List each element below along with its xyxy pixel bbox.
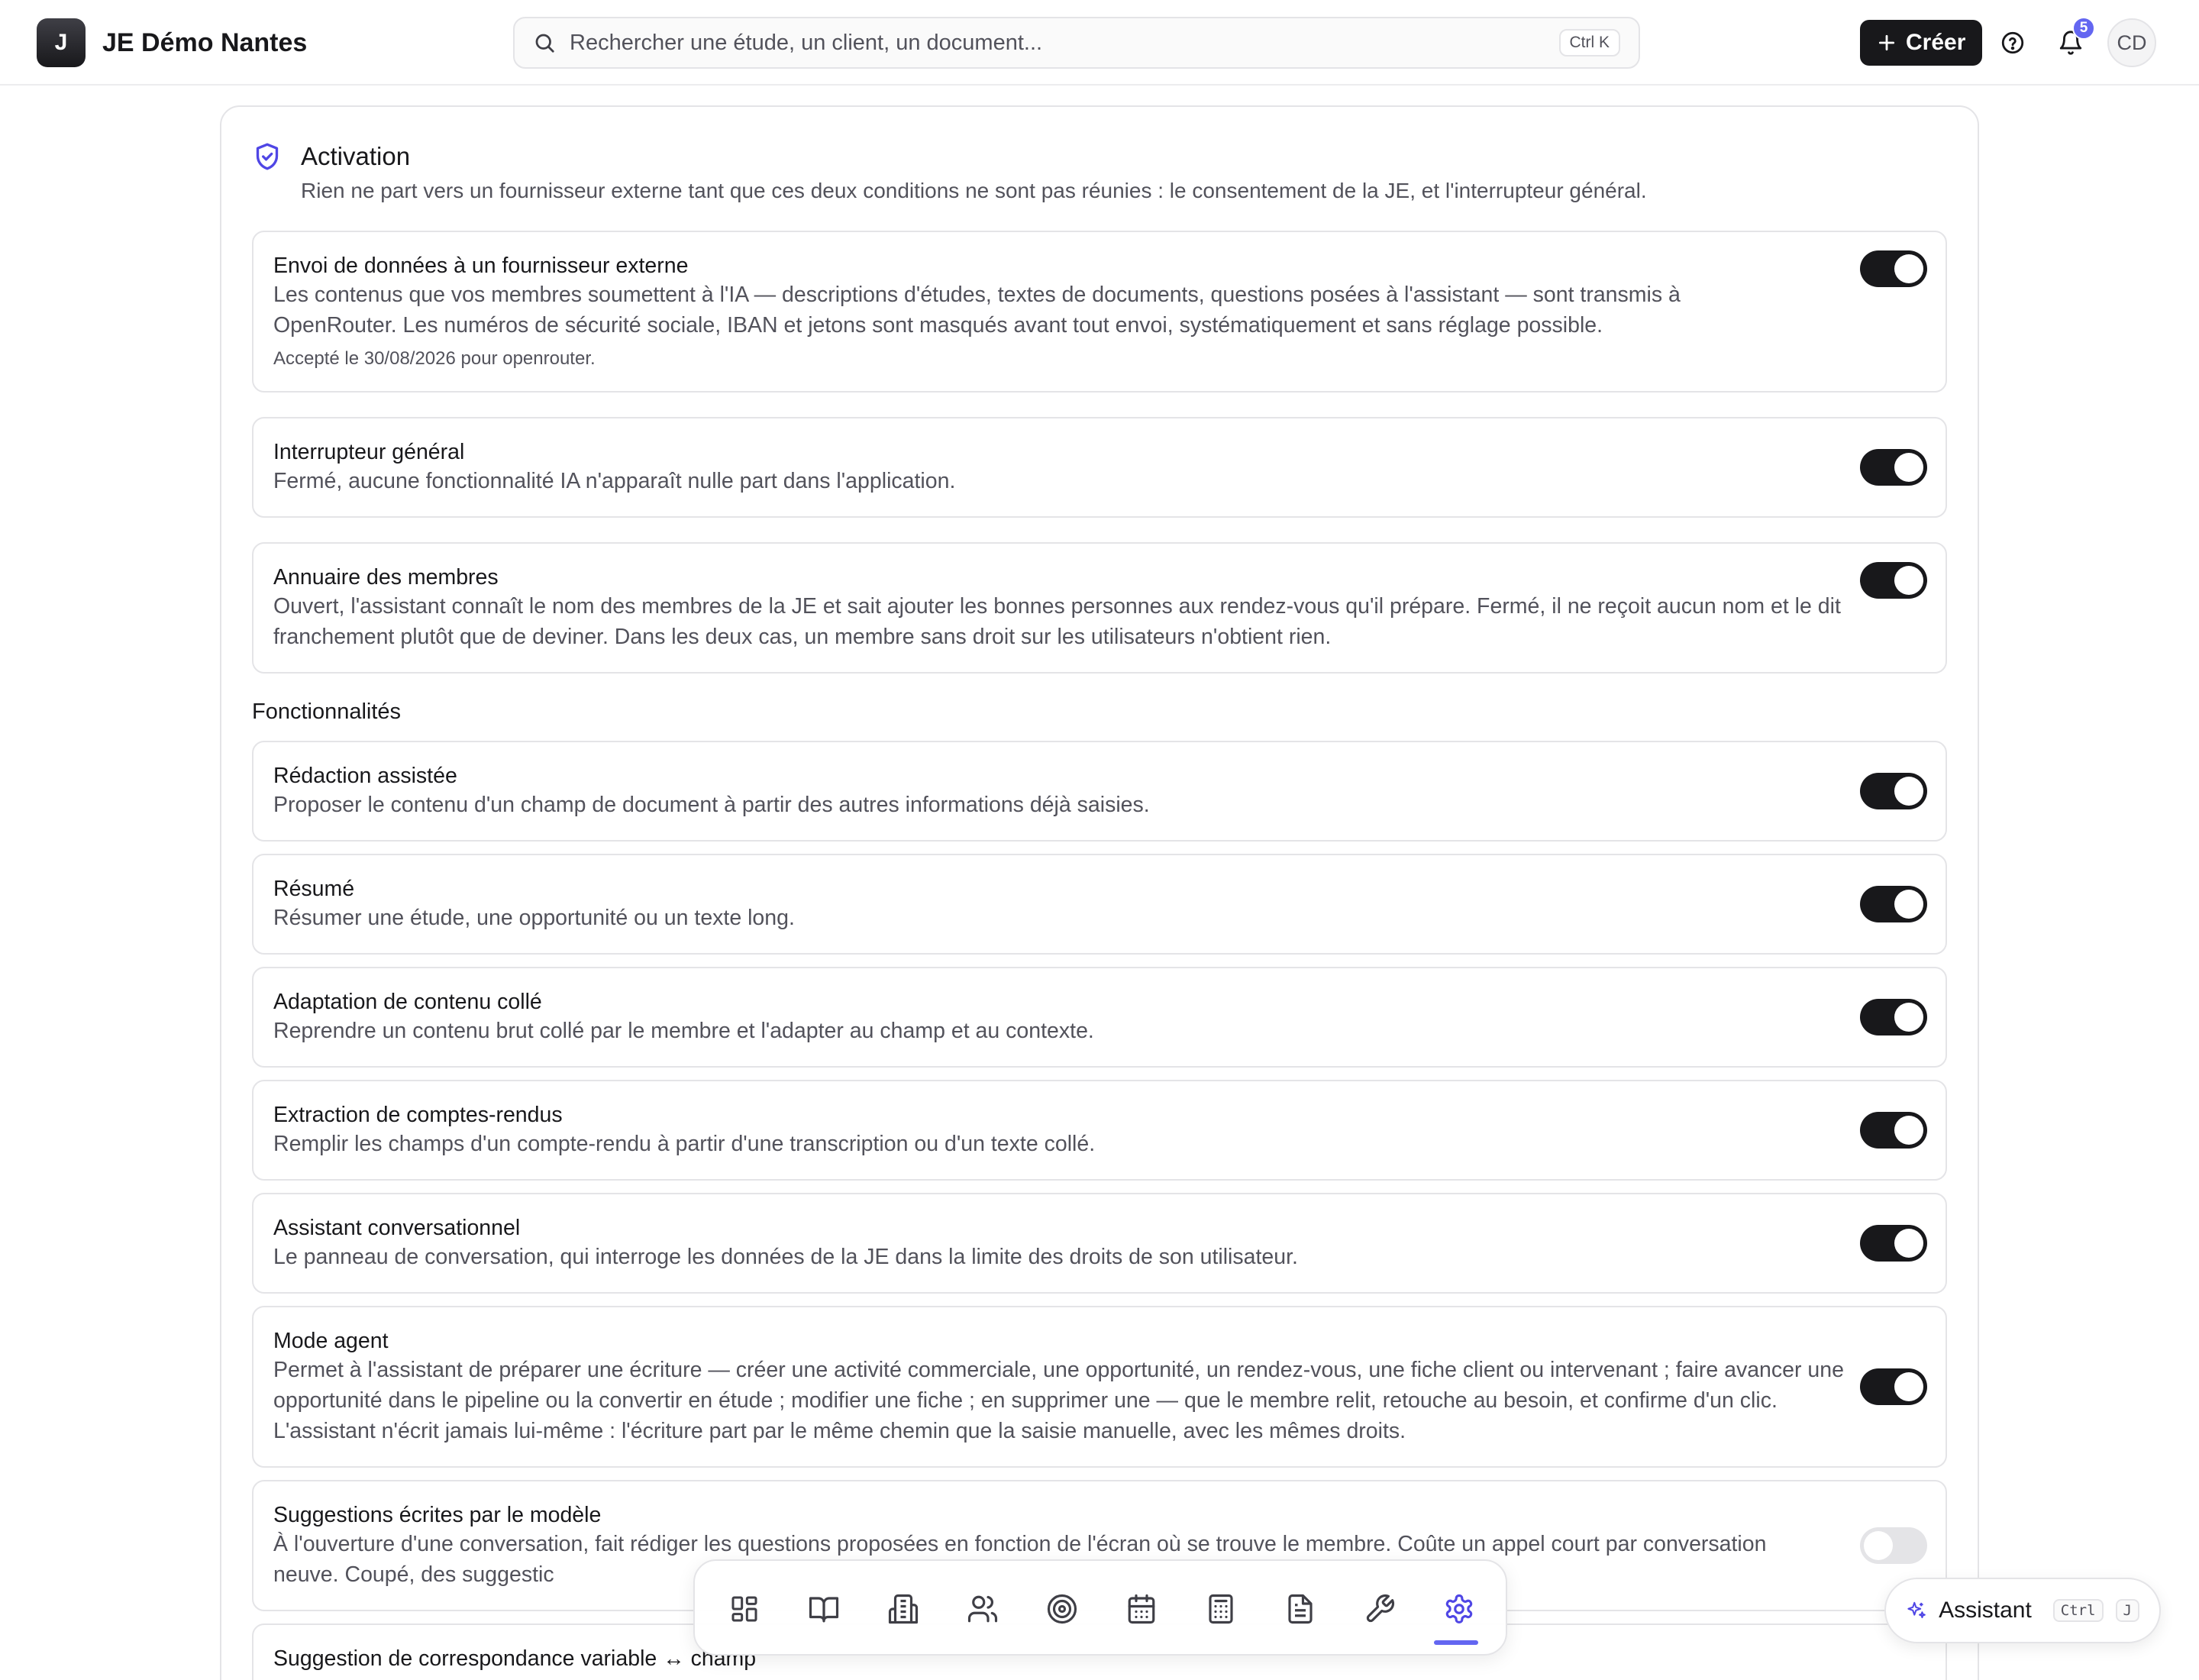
setting-description: Les contenus que vos membres soumettent … xyxy=(273,283,1681,338)
setting-description: Fermé, aucune fonctionnalité IA n'appara… xyxy=(273,469,956,493)
consent-date: Accepté le 30/08/2026 pour openrouter. xyxy=(273,348,596,369)
feature-title: Mode agent xyxy=(273,1329,389,1353)
setting-title: Annuaire des membres xyxy=(273,565,499,590)
user-avatar[interactable]: CD xyxy=(2107,18,2156,67)
brand-logo: J xyxy=(37,18,86,67)
sparkles-icon xyxy=(1907,1601,1926,1619)
nav-settings[interactable] xyxy=(1432,1582,1486,1636)
create-button[interactable]: Créer xyxy=(1860,20,1983,66)
plus-icon xyxy=(1878,34,1895,51)
users-icon xyxy=(967,1595,998,1623)
create-label: Créer xyxy=(1906,30,1966,55)
nav-knowledge[interactable] xyxy=(797,1582,851,1636)
document-icon xyxy=(1288,1594,1313,1624)
feature-description: Le panneau de conversation, qui interrog… xyxy=(273,1245,1298,1269)
feature-title: Résumé xyxy=(273,877,355,901)
agent-mode-toggle[interactable] xyxy=(1860,1368,1927,1405)
search-icon xyxy=(535,34,554,53)
nav-opportunities[interactable] xyxy=(1035,1582,1089,1636)
wrench-icon xyxy=(1366,1594,1395,1623)
search-shortcut: Ctrl K xyxy=(1558,29,1620,57)
feature-description: Proposer le contenu d'un champ de docume… xyxy=(273,793,1150,817)
nav-calendar[interactable] xyxy=(1115,1582,1168,1636)
features-section-label: Fonctionnalités xyxy=(252,699,402,724)
feature-description: Résumer une étude, une opportunité ou un… xyxy=(273,906,795,930)
feature-title: Suggestion de correspondance variable ↔ … xyxy=(273,1646,757,1671)
feature-assisted-writing: Rédaction assistée Proposer le contenu d… xyxy=(252,741,1947,842)
bottom-navigation-dock xyxy=(693,1559,1507,1656)
calculator-icon xyxy=(1209,1594,1233,1624)
feature-summary: Résumé Résumer une étude, une opportunit… xyxy=(252,854,1947,955)
feature-description: Permet à l'assistant de préparer une écr… xyxy=(273,1358,1844,1443)
activation-subtitle: Rien ne part vers un fournisseur externe… xyxy=(301,179,1647,202)
feature-title: Extraction de comptes-rendus xyxy=(273,1103,563,1127)
ai-settings-card: Activation Rien ne part vers un fourniss… xyxy=(220,105,1979,1680)
minutes-extraction-toggle[interactable] xyxy=(1860,1112,1927,1149)
activation-title: Activation xyxy=(301,142,411,170)
paste-adaptation-toggle[interactable] xyxy=(1860,999,1927,1035)
nav-tools[interactable] xyxy=(1353,1582,1406,1636)
external-provider-toggle[interactable] xyxy=(1860,250,1927,287)
building-icon xyxy=(888,1594,919,1624)
nav-people[interactable] xyxy=(956,1582,1009,1636)
grid-icon xyxy=(731,1596,757,1622)
model-suggestions-toggle[interactable] xyxy=(1860,1527,1927,1564)
setting-member-directory: Annuaire des membres Ouvert, l'assistant… xyxy=(252,542,1947,674)
feature-title: Suggestions écrites par le modèle xyxy=(273,1503,602,1527)
setting-external-provider: Envoi de données à un fournisseur extern… xyxy=(252,231,1947,393)
setting-description: Ouvert, l'assistant connaît le nom des m… xyxy=(273,594,1841,649)
nav-dashboard[interactable] xyxy=(718,1582,771,1636)
help-button[interactable] xyxy=(1993,23,2033,63)
assistant-label: Assistant xyxy=(1939,1598,2032,1623)
summary-toggle[interactable] xyxy=(1860,886,1927,922)
setting-master-switch: Interrupteur général Fermé, aucune fonct… xyxy=(252,417,1947,518)
nav-finance[interactable] xyxy=(1194,1582,1248,1636)
brand[interactable]: J JE Démo Nantes xyxy=(37,18,307,67)
setting-title: Envoi de données à un fournisseur extern… xyxy=(273,254,689,278)
active-nav-indicator xyxy=(1434,1640,1478,1645)
feature-description: Remplir les champs d'un compte-rendu à p… xyxy=(273,1132,1096,1156)
notification-count-badge: 5 xyxy=(2072,17,2095,40)
feature-description: Reprendre un contenu brut collé par le m… xyxy=(273,1019,1094,1043)
assistant-button[interactable]: Assistant Ctrl J xyxy=(1884,1578,2161,1643)
search-placeholder: Rechercher une étude, un client, un docu… xyxy=(570,30,1043,55)
target-icon xyxy=(1047,1594,1077,1624)
feature-chat-assistant: Assistant conversationnel Le panneau de … xyxy=(252,1193,1947,1294)
calendar-icon xyxy=(1128,1594,1155,1624)
nav-documents[interactable] xyxy=(1274,1582,1327,1636)
master-switch-toggle[interactable] xyxy=(1860,449,1927,486)
settings-icon xyxy=(1445,1594,1473,1623)
member-directory-toggle[interactable] xyxy=(1860,562,1927,599)
assistant-shortcut-key: J xyxy=(2115,1599,2139,1622)
assistant-shortcut-key: Ctrl xyxy=(2052,1599,2104,1622)
assisted-writing-toggle[interactable] xyxy=(1860,773,1927,809)
feature-title: Adaptation de contenu collé xyxy=(273,990,542,1014)
feature-paste-adaptation: Adaptation de contenu collé Reprendre un… xyxy=(252,967,1947,1068)
help-icon xyxy=(2001,31,2024,54)
feature-title: Assistant conversationnel xyxy=(273,1216,521,1240)
feature-agent-mode: Mode agent Permet à l'assistant de prépa… xyxy=(252,1306,1947,1468)
top-bar: J JE Démo Nantes Rechercher une étude, u… xyxy=(0,0,2199,86)
nav-companies[interactable] xyxy=(877,1582,930,1636)
book-icon xyxy=(809,1597,839,1623)
setting-title: Interrupteur général xyxy=(273,440,465,464)
global-search[interactable]: Rechercher une étude, un client, un docu… xyxy=(513,17,1640,69)
app-name: JE Démo Nantes xyxy=(102,27,308,57)
feature-title: Rédaction assistée xyxy=(273,764,457,788)
chat-assistant-toggle[interactable] xyxy=(1860,1225,1927,1262)
feature-minutes-extraction: Extraction de comptes-rendus Remplir les… xyxy=(252,1080,1947,1181)
shield-check-icon xyxy=(256,143,279,170)
